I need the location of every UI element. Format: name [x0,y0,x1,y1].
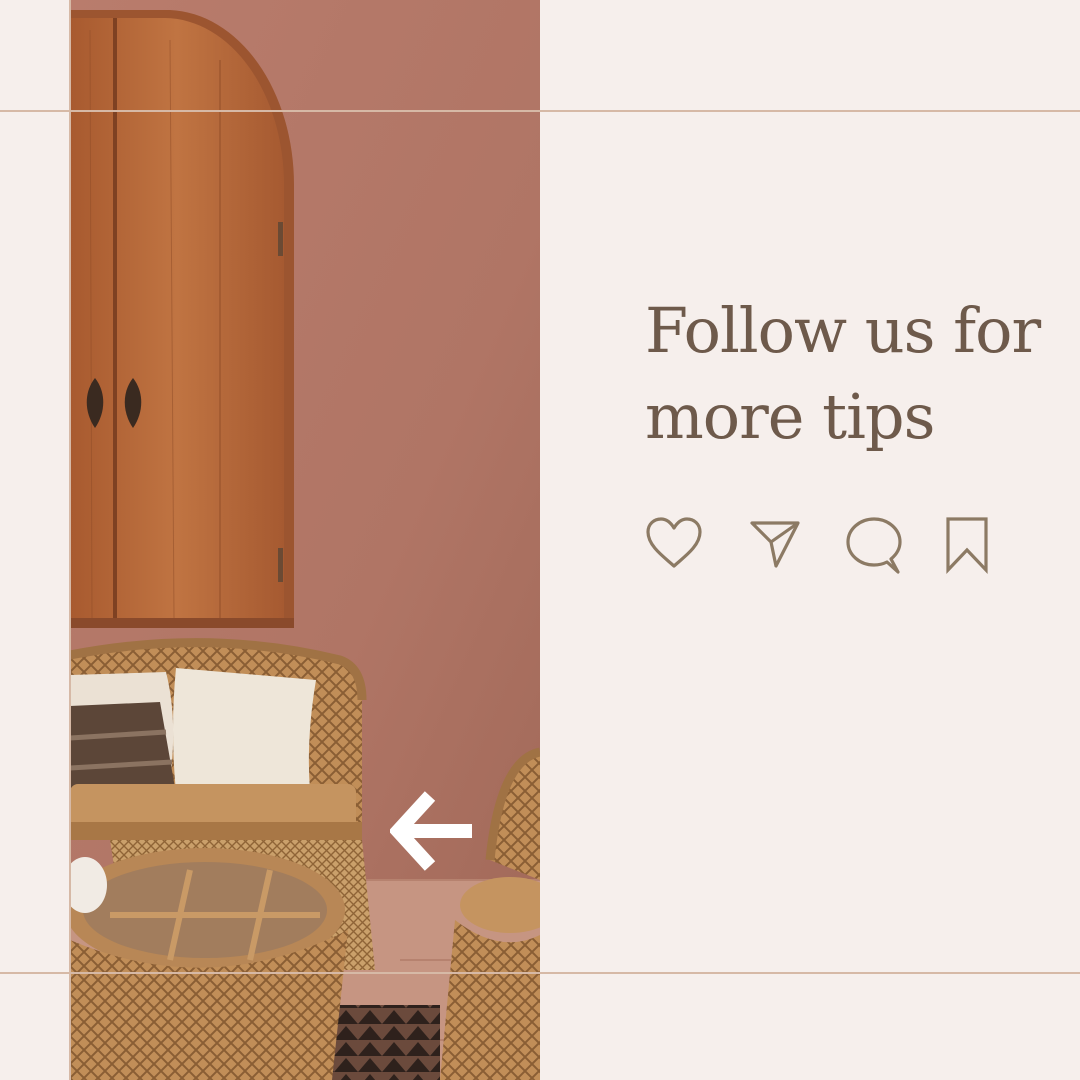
comment-icon[interactable] [845,516,903,576]
send-icon[interactable] [749,516,801,570]
guide-line-top [0,110,1080,112]
bookmark-icon[interactable] [945,516,989,574]
guide-line-bottom [0,972,1080,974]
interior-photo [70,0,540,1080]
guide-line-left [69,0,71,1080]
heart-icon[interactable] [645,516,703,570]
arrow-left-icon[interactable] [390,788,476,874]
headline: Follow us for more tips [645,294,1041,453]
